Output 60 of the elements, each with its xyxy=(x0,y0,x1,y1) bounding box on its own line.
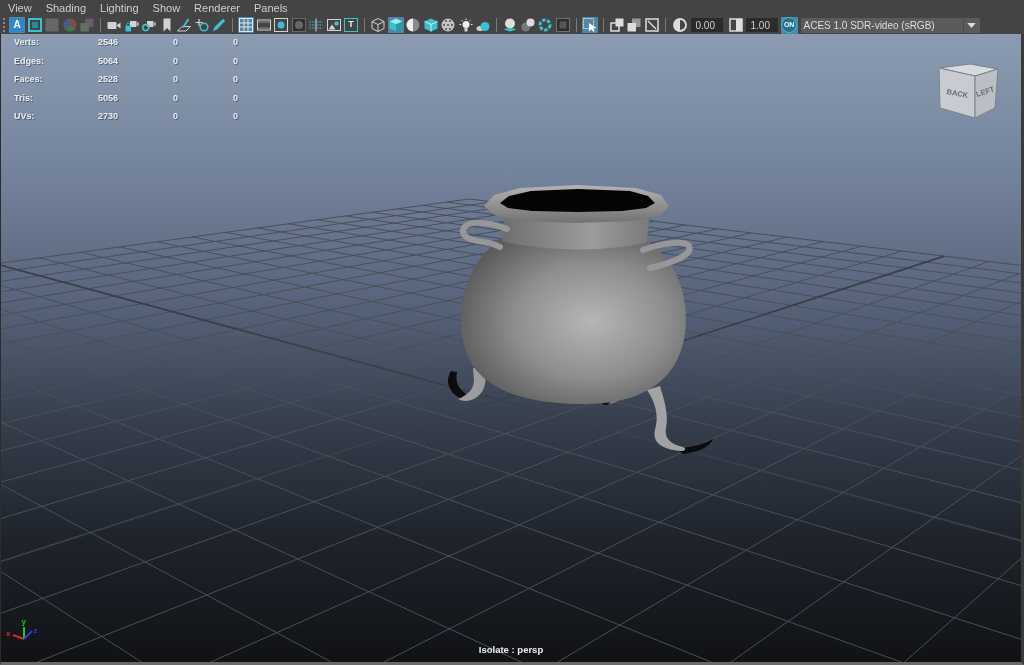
stat-value: 0 xyxy=(233,36,238,50)
menu-item[interactable]: Lighting xyxy=(100,0,139,16)
stat-value: 2528 xyxy=(97,73,118,87)
grid-icon[interactable] xyxy=(238,17,254,33)
stat-value: 0 xyxy=(173,91,178,105)
half-circle-icon[interactable] xyxy=(672,18,687,32)
menu-item[interactable]: Renderer xyxy=(194,0,240,16)
sphere-on-plane-icon[interactable] xyxy=(502,17,518,33)
filmstrip-icon[interactable] xyxy=(255,17,272,33)
toolbar-button[interactable]: T xyxy=(343,17,359,33)
toolbar-button[interactable]: A xyxy=(9,17,25,33)
stat-value: 0 xyxy=(233,54,238,68)
half-sphere-icon[interactable] xyxy=(405,17,421,33)
stat-label: Verts: xyxy=(14,36,39,50)
stat-value: 5064 xyxy=(97,54,118,68)
stacked-squares-icon[interactable] xyxy=(626,17,642,33)
wireframe-cube-icon[interactable] xyxy=(370,17,386,33)
circle-square-icon[interactable] xyxy=(273,17,289,33)
menu-item[interactable]: Shading xyxy=(45,0,87,16)
exposure-field[interactable]: 0.00 xyxy=(690,18,723,32)
outlined-cube-icon[interactable] xyxy=(422,17,439,33)
axis-label: y xyxy=(21,617,26,626)
view-transform-dropdown[interactable]: ACES 1.0 SDR-video (sRGB) xyxy=(800,17,980,33)
menu-item[interactable]: Show xyxy=(152,0,181,16)
axis-label: x xyxy=(6,629,11,638)
stat-label: Tris: xyxy=(14,91,33,105)
two-spheres-icon[interactable] xyxy=(519,17,536,33)
stat-label: UVs: xyxy=(14,110,35,123)
diagonal-square-icon[interactable] xyxy=(643,17,660,33)
magnifier-icon[interactable] xyxy=(193,17,210,33)
stat-value: 2730 xyxy=(97,110,118,123)
stat-value: 0 xyxy=(173,54,178,68)
stat-value: 0 xyxy=(173,36,178,50)
cursor-select-icon[interactable] xyxy=(581,17,598,33)
stat-value: 5056 xyxy=(97,91,118,105)
stat-value: 0 xyxy=(173,110,178,123)
stat-value: 2546 xyxy=(97,36,118,50)
menu-item[interactable]: View xyxy=(8,0,32,16)
overlapping-squares-icon[interactable] xyxy=(608,17,625,33)
stat-value: 0 xyxy=(233,73,238,87)
stat-label: Faces: xyxy=(14,73,43,87)
picture-icon[interactable] xyxy=(325,17,342,33)
camera-name-label: Isolate : persp xyxy=(478,642,544,657)
dashed-ring-icon[interactable] xyxy=(537,17,553,33)
frame-icon[interactable] xyxy=(26,17,43,33)
checker-sphere-icon[interactable] xyxy=(440,17,456,33)
gamma-field[interactable]: 1.00 xyxy=(745,18,778,32)
caret-icon[interactable] xyxy=(967,22,976,28)
dotted-lines-icon[interactable] xyxy=(308,17,324,33)
stat-value: 0 xyxy=(233,91,238,105)
axis-label: z xyxy=(33,626,38,635)
half-square-icon[interactable] xyxy=(728,18,743,32)
stat-label: Edges: xyxy=(14,54,44,68)
view-cube[interactable] xyxy=(938,63,999,119)
shaded-cube-icon[interactable] xyxy=(387,17,404,33)
light-bulb-icon[interactable] xyxy=(457,17,474,33)
sheet-pen-icon[interactable] xyxy=(176,17,192,33)
menu-item[interactable]: Panels xyxy=(253,0,288,16)
stat-value: 0 xyxy=(233,110,238,123)
stat-value: 0 xyxy=(173,73,178,87)
